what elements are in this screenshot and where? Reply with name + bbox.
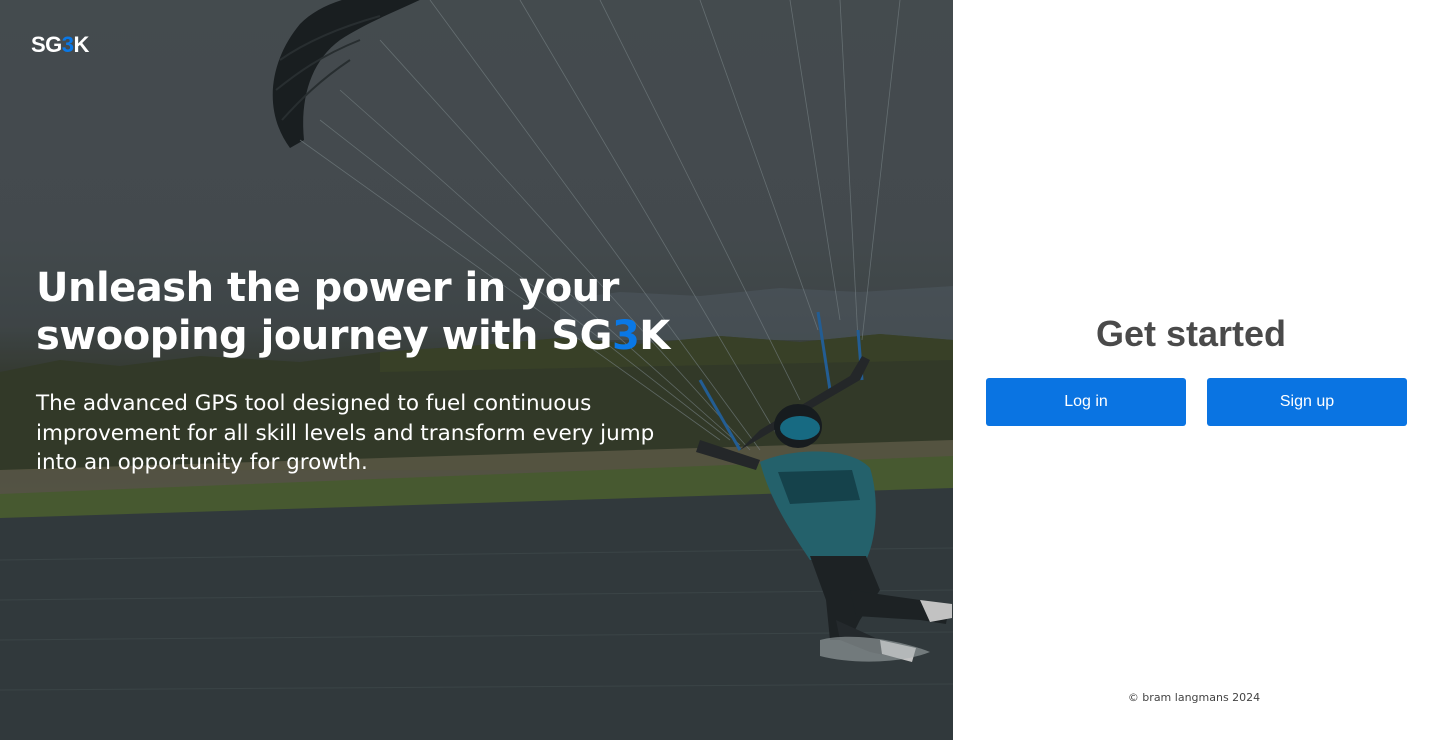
get-started-title: Get started	[1095, 313, 1287, 354]
sg3k-logo[interactable]: SG3K	[31, 32, 89, 58]
sign-up-button[interactable]: Sign up	[1207, 378, 1407, 426]
hero-tagline: The advanced GPS tool designed to fuel c…	[36, 391, 655, 476]
headline-suffix: K	[639, 313, 670, 359]
hero-section: SG3K Unleash the power in your swooping …	[0, 0, 953, 740]
hero-overlay	[0, 0, 953, 740]
headline-accent: 3	[611, 313, 640, 359]
auth-panel: Get started Log in Sign up © bram langma…	[953, 0, 1440, 740]
copyright-footer: © bram langmans 2024	[1127, 691, 1261, 704]
log-in-button[interactable]: Log in	[986, 378, 1186, 426]
hero-headline: Unleash the power in your swooping journ…	[36, 264, 796, 360]
headline-text: Unleash the power in your swooping journ…	[36, 265, 619, 359]
